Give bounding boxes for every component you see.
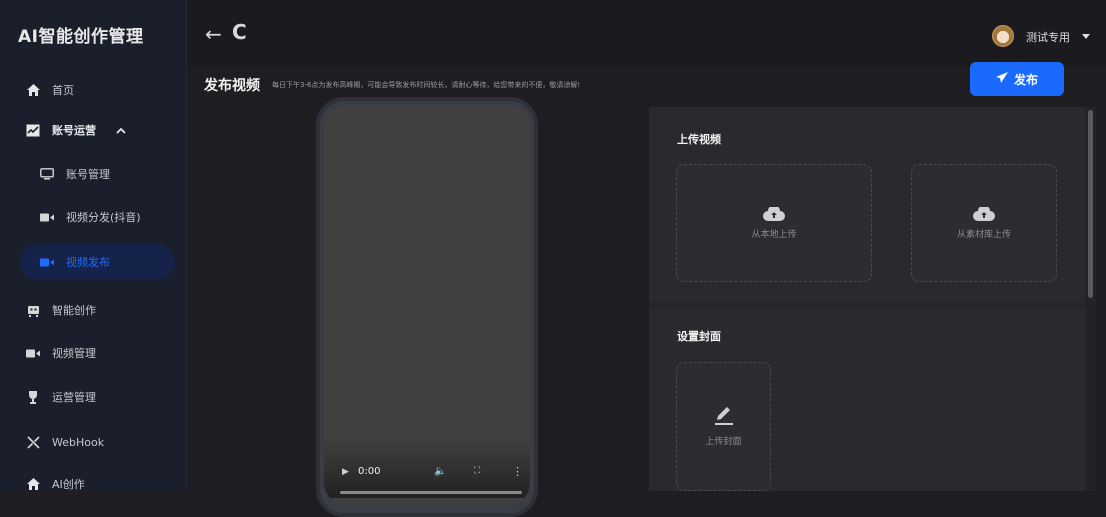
sidebar-item-video-distribution[interactable]: 视频分发(抖音) (0, 199, 187, 235)
sidebar-item-video-publish[interactable]: 视频发布 (20, 244, 175, 280)
chevron-up-icon[interactable] (116, 127, 126, 134)
sidebar-item-video-management[interactable]: 视频管理 (0, 335, 187, 371)
fullscreen-icon[interactable]: ⛶ (474, 466, 480, 476)
publish-button-label: 发布 (1013, 72, 1038, 87)
more-options-icon[interactable]: ⋮ (512, 465, 523, 478)
chart-icon (26, 123, 40, 137)
upload-cover-label: 上传封面 (705, 437, 742, 447)
upload-library-label: 从素材库上传 (956, 229, 1011, 240)
sidebar-item-label: WebHook (52, 435, 105, 449)
edit-pencil-icon (714, 407, 733, 425)
sidebar-item-label: 运营管理 (52, 391, 96, 404)
publish-notice: 每日下午3-6点为发布高峰期，可能会导致发布时间较长，请耐心等待，给您带来的不便… (272, 81, 581, 89)
sidebar-item-account-ops[interactable]: 账号运营 (0, 112, 187, 148)
username[interactable]: 测试专用 (1026, 29, 1070, 45)
refresh-icon[interactable]: C (232, 20, 247, 44)
video-progress-bar[interactable] (340, 491, 522, 494)
scrollbar-thumb[interactable] (1088, 110, 1093, 298)
trophy-icon (26, 390, 40, 404)
upload-local-label: 从本地上传 (751, 229, 797, 240)
sidebar-item-smart-creation[interactable]: 智能创作 (0, 292, 187, 328)
page-title: 发布视频 (204, 78, 260, 94)
video-camera-icon (40, 210, 54, 224)
cloud-upload-icon (973, 206, 995, 221)
sidebar-item-label: 首页 (52, 84, 74, 97)
phone-preview: ▶ 0:00 🔈 ⛶ ⋮ (316, 97, 538, 517)
robot-icon (26, 303, 40, 317)
webhook-icon (26, 435, 40, 449)
sidebar-item-webhook[interactable]: WebHook (0, 424, 187, 460)
cover-title: 设置封面 (677, 330, 721, 343)
sidebar-item-ai-creation[interactable]: AI创作 (0, 466, 187, 502)
video-controls: ▶ 0:00 🔈 ⛶ ⋮ (324, 438, 530, 498)
upload-local-button[interactable]: 从本地上传 (676, 164, 872, 282)
sidebar-item-account-management[interactable]: 账号管理 (0, 156, 187, 192)
sidebar-item-label: 智能创作 (52, 304, 96, 317)
upload-cover-button[interactable]: 上传封面 (676, 362, 771, 491)
sidebar-item-label: 账号管理 (66, 168, 110, 181)
cloud-upload-icon (763, 206, 785, 221)
app-brand: AI智能创作管理 (18, 27, 144, 47)
play-icon[interactable]: ▶ (342, 467, 349, 477)
upload-video-title: 上传视频 (677, 133, 721, 146)
volume-icon[interactable]: 🔈 (434, 466, 446, 477)
video-camera-icon (26, 346, 40, 360)
home-icon (26, 83, 40, 97)
video-camera-icon (40, 255, 54, 269)
monitor-icon (40, 167, 54, 181)
sidebar-item-label: 账号运营 (52, 124, 96, 137)
sidebar-item-home[interactable]: 首页 (0, 72, 187, 108)
sidebar-item-label: AI创作 (52, 478, 85, 491)
sidebar-item-label: 视频管理 (52, 347, 96, 360)
avatar[interactable] (992, 25, 1014, 47)
send-icon (995, 72, 1008, 86)
video-time: 0:00 (358, 466, 381, 477)
sidebar-item-operations[interactable]: 运营管理 (0, 379, 187, 415)
sidebar-item-label: 视频发布 (66, 256, 110, 269)
back-arrow-icon[interactable]: ← (205, 22, 222, 46)
home-icon (26, 477, 40, 491)
video-player[interactable]: ▶ 0:00 🔈 ⛶ ⋮ (324, 105, 530, 505)
publish-button[interactable]: 发布 (970, 62, 1064, 96)
sidebar-item-label: 视频分发(抖音) (66, 211, 141, 224)
caret-down-icon[interactable] (1082, 34, 1090, 39)
top-bar (187, 0, 1106, 66)
upload-library-button[interactable]: 从素材库上传 (911, 164, 1057, 282)
